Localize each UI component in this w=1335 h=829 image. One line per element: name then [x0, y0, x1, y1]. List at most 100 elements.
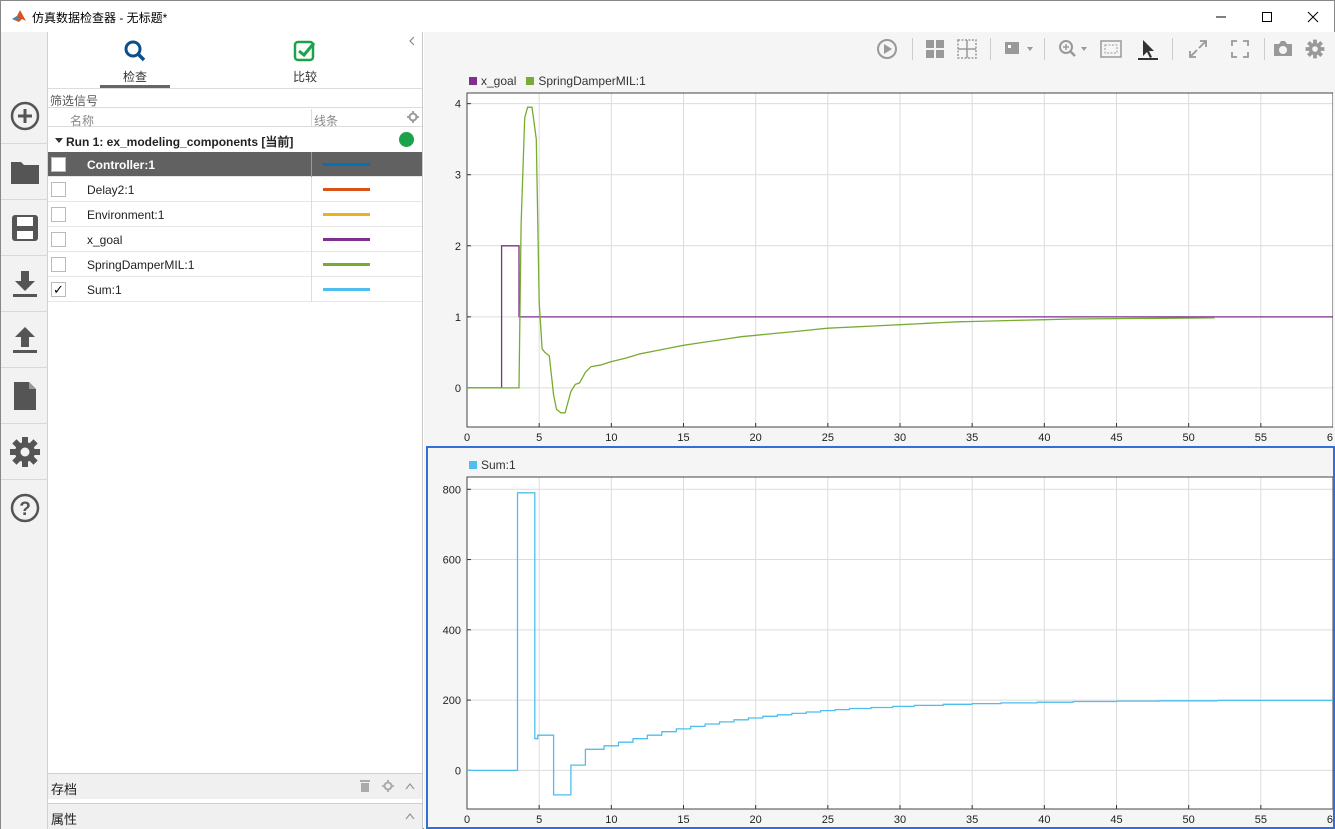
y-tick-label: 600 — [443, 555, 461, 567]
snapshot-button[interactable] — [1271, 37, 1295, 61]
settings-icon — [9, 436, 40, 467]
signal-row-sum[interactable]: ✓ Sum:1 — [48, 277, 422, 302]
export-button[interactable] — [1, 312, 48, 368]
signal-name: x_goal — [87, 233, 123, 247]
window-title: 仿真数据检查器 - 无标题* — [32, 11, 168, 25]
tab-inspect[interactable]: 检查 — [99, 32, 171, 88]
signal-checkbox[interactable]: ✓ — [51, 282, 66, 297]
signal-row-delay2[interactable]: Delay2:1 — [48, 177, 422, 202]
x-tick-label: 10 — [605, 432, 617, 442]
import-button[interactable] — [1, 256, 48, 312]
chevron-up-icon[interactable] — [405, 812, 415, 820]
signal-row-x-goal[interactable]: x_goal — [48, 227, 422, 252]
report-button[interactable] — [1, 368, 48, 424]
app-window: 仿真数据检查器 - 无标题* ? 检查 比较 筛选信号 名称 线条 Run 1:… — [0, 0, 1335, 829]
plot-toolbar — [424, 32, 1335, 66]
compare-check-icon — [293, 40, 316, 62]
y-tick-label: 0 — [455, 383, 461, 395]
layout-button[interactable] — [923, 37, 947, 61]
column-divider — [311, 152, 312, 177]
y-tick-label: 4 — [455, 99, 461, 111]
preferences-button[interactable] — [1, 424, 48, 480]
collapse-panel-icon[interactable] — [407, 36, 417, 46]
signal-line-style[interactable] — [323, 288, 370, 291]
archive-section[interactable]: 存档 — [48, 773, 422, 799]
column-divider — [311, 202, 312, 227]
plot-top-axes[interactable]: 0 5 10 15 20 25 30 35 40 45 50 55 60 0 1 2 3 4 — [426, 66, 1333, 442]
x-tick-label: 35 — [966, 814, 978, 826]
column-header: 名称 线条 — [48, 109, 422, 128]
toolbar-separator — [1172, 38, 1173, 60]
signal-line-style[interactable] — [323, 238, 370, 241]
x-tick-label: 15 — [677, 814, 689, 826]
x-tick-label: 20 — [750, 814, 762, 826]
signal-line-style[interactable] — [323, 263, 370, 266]
filter-signals-input[interactable]: 筛选信号 — [48, 88, 422, 108]
cursor-pointer-icon — [1138, 40, 1158, 60]
signal-row-spring-damper-mil[interactable]: SpringDamperMIL:1 — [48, 252, 422, 277]
open-button[interactable] — [1, 144, 48, 200]
x-tick-label: 0 — [464, 432, 470, 442]
signal-checkbox[interactable] — [51, 157, 66, 172]
signal-row-controller[interactable]: Controller:1 — [48, 152, 422, 177]
title-bar: 仿真数据检查器 - 无标题* — [1, 1, 1334, 32]
close-icon — [1307, 11, 1319, 22]
toolbar-separator — [912, 38, 913, 60]
archive-settings-icon[interactable] — [382, 780, 394, 792]
plot-bottom-axes[interactable]: 0510152025303540455055600200400600800 — [428, 448, 1333, 827]
plot-bottom[interactable]: Sum:1 0510152025303540455055600200400600… — [426, 446, 1335, 829]
toolbar-separator — [990, 38, 991, 60]
signal-name: Controller:1 — [87, 158, 156, 172]
help-button[interactable]: ? — [1, 480, 48, 536]
gear-icon — [1305, 39, 1325, 59]
visualization-icon — [1005, 42, 1033, 54]
zoom-menu-button[interactable] — [1056, 37, 1094, 61]
signal-checkbox[interactable] — [51, 207, 66, 222]
x-tick-label: 5 — [536, 432, 542, 442]
tab-compare-label: 比较 — [292, 70, 317, 84]
new-icon — [10, 101, 39, 130]
run-row[interactable]: Run 1: ex_modeling_components [当前] — [48, 127, 422, 152]
subplot-button[interactable] — [955, 37, 979, 61]
close-button[interactable] — [1290, 1, 1335, 32]
new-session-button[interactable] — [1, 88, 48, 144]
fullscreen-button[interactable] — [1228, 37, 1252, 61]
plot-settings-button[interactable] — [1303, 37, 1327, 61]
save-button[interactable] — [1, 200, 48, 256]
x-tick-label: 45 — [1110, 814, 1122, 826]
signal-line-style[interactable] — [323, 188, 370, 191]
x-tick-label: 40 — [1038, 432, 1050, 442]
column-settings-icon[interactable] — [407, 111, 419, 123]
minimize-button[interactable] — [1198, 1, 1244, 32]
left-toolbar: ? — [1, 32, 48, 829]
tab-compare[interactable]: 比较 — [269, 32, 341, 88]
x-tick-label: 55 — [1255, 814, 1267, 826]
cursor-button[interactable] — [1136, 37, 1160, 61]
expand-triangle-icon[interactable] — [54, 135, 64, 145]
plot-top[interactable]: x_goal SpringDamperMIL:1 0 5 10 15 20 25 30 35 40… — [426, 66, 1333, 442]
signal-checkbox[interactable] — [51, 257, 66, 272]
fit-to-view-button[interactable] — [1099, 37, 1123, 61]
replay-button[interactable] — [875, 37, 899, 61]
x-tick-label: 20 — [750, 432, 762, 442]
y-tick-label: 200 — [443, 695, 461, 707]
minimize-icon — [1216, 16, 1226, 17]
signal-line-style[interactable] — [323, 213, 370, 216]
properties-section[interactable]: 属性 — [48, 803, 422, 829]
subplot-grid-icon — [957, 39, 977, 59]
signal-checkbox[interactable] — [51, 182, 66, 197]
y-tick-label: 800 — [443, 484, 461, 496]
expand-button[interactable] — [1186, 37, 1210, 61]
signal-checkbox[interactable] — [51, 232, 66, 247]
trash-icon[interactable] — [359, 779, 371, 793]
signal-row-environment[interactable]: Environment:1 — [48, 202, 422, 227]
signal-line-style[interactable] — [323, 163, 370, 166]
column-divider — [311, 109, 312, 127]
x-tick-label: 0 — [464, 814, 470, 826]
fullscreen-icon — [1231, 40, 1249, 58]
svg-text:?: ? — [19, 499, 31, 520]
chevron-up-icon[interactable] — [405, 782, 415, 790]
maximize-button[interactable] — [1244, 1, 1290, 32]
zoom-in-icon — [1059, 40, 1087, 57]
visualization-menu-button[interactable] — [1002, 37, 1038, 61]
